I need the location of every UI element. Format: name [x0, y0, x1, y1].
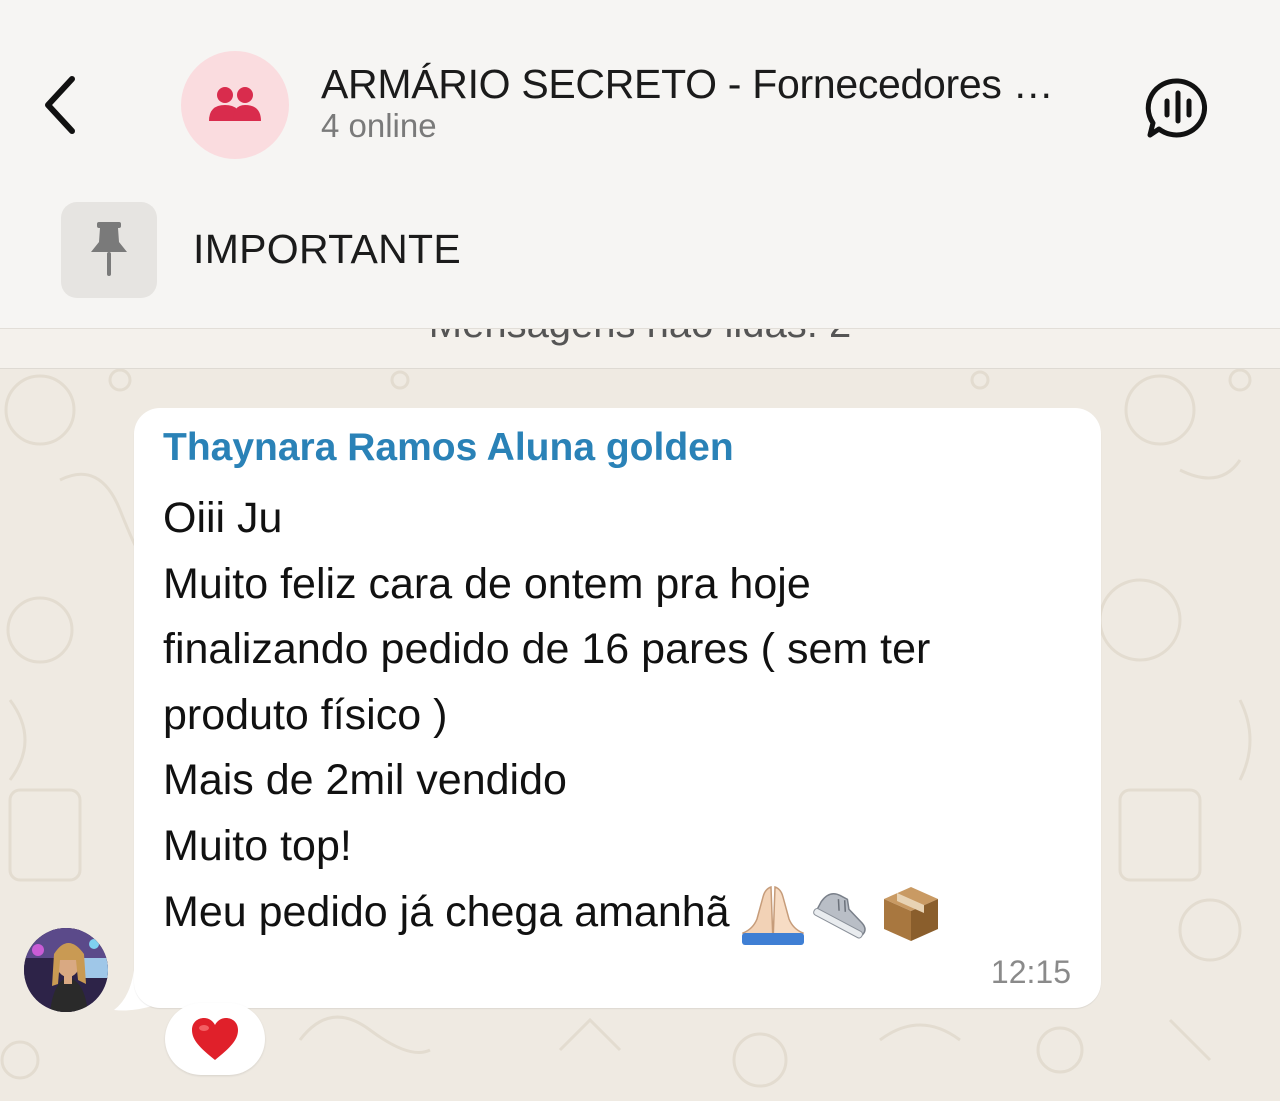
- message-bubble[interactable]: Thaynara Ramos Aluna golden Oiii Ju Muit…: [134, 408, 1101, 1008]
- sender-avatar[interactable]: [24, 928, 108, 1012]
- sneaker-icon: [812, 893, 866, 939]
- message-line: Meu pedido já chega amanhã: [163, 887, 730, 936]
- message-line: finalizando pedido de 16 pares ( sem ter: [163, 625, 931, 674]
- message-line: produto físico ): [163, 690, 448, 739]
- sender-photo: [24, 928, 108, 1012]
- back-button[interactable]: [30, 70, 90, 140]
- package-box-icon: [883, 887, 938, 942]
- message-line: Muito top!: [163, 821, 352, 870]
- group-avatar[interactable]: [181, 51, 289, 159]
- message-line: Mais de 2mil vendido: [163, 756, 567, 805]
- message-time: 12:15: [990, 954, 1071, 990]
- chevron-left-icon: [45, 76, 75, 134]
- message-line: Oiii Ju: [163, 494, 283, 542]
- message-last-line: Meu pedido já chega amanhã: [163, 880, 1083, 946]
- chat-title-area[interactable]: ARMÁRIO SECRETO - Fornecedores Mais Vend…: [321, 58, 1081, 148]
- emoji-row: [740, 883, 942, 946]
- message-text: Oiii Ju Muito feliz cara de ontem pra ho…: [163, 486, 1083, 946]
- sender-name[interactable]: Thaynara Ramos Aluna golden: [163, 426, 734, 470]
- voice-chat-icon: [1145, 78, 1208, 138]
- group-people-icon: [209, 87, 261, 121]
- online-status: 4 online: [321, 107, 437, 144]
- pinned-message-bar[interactable]: IMPORTANTE: [0, 182, 1280, 329]
- pinned-message-label: IMPORTANTE: [193, 226, 461, 272]
- message-line: Muito feliz cara de ontem pra hoje: [163, 559, 811, 608]
- praying-hands-icon: [741, 886, 804, 946]
- pin-box: [61, 202, 157, 298]
- voice-chat-button[interactable]: [1140, 70, 1216, 146]
- chat-header: ARMÁRIO SECRETO - Fornecedores Mais Vend…: [0, 0, 1280, 182]
- pin-icon: [91, 222, 127, 276]
- heart-icon: [192, 1018, 238, 1060]
- message-reaction[interactable]: [165, 1003, 265, 1075]
- chat-title: ARMÁRIO SECRETO - Fornecedores Mais Vend…: [321, 61, 1081, 107]
